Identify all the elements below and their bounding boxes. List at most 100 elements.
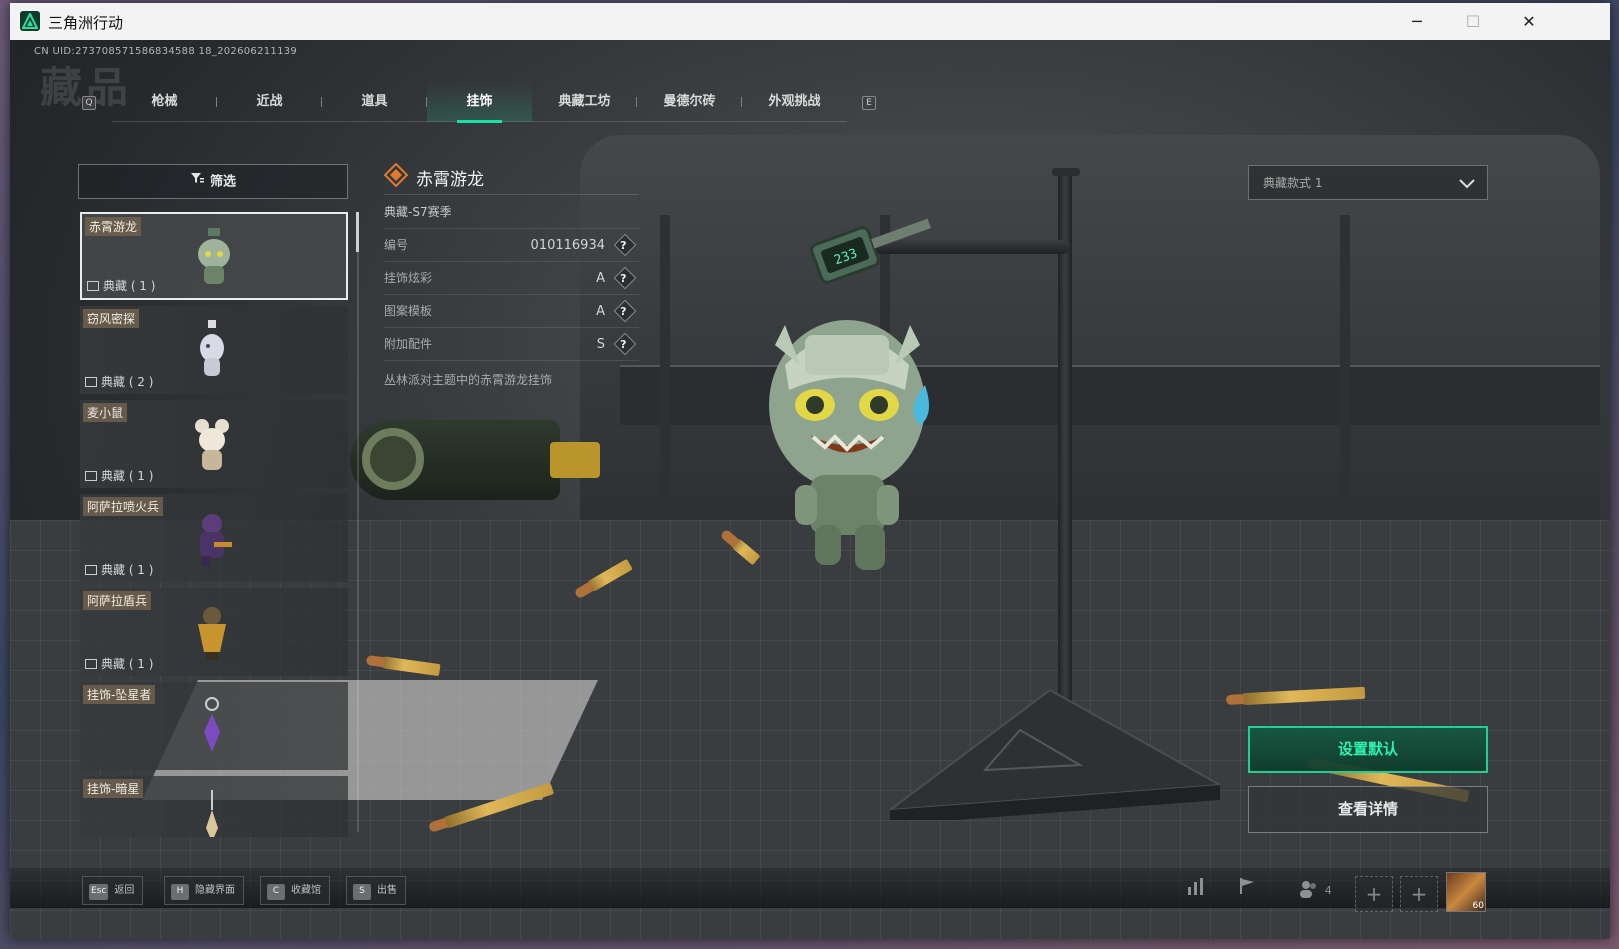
collection-icon	[87, 281, 99, 291]
item-name: 窃风密探	[83, 309, 140, 328]
dragon-charm-model: 233	[769, 218, 931, 570]
tab-label: 外观挑战	[768, 94, 821, 109]
tab-label: 挂饰	[466, 94, 493, 109]
list-item[interactable]: 阿萨拉盾兵 典藏 ( 1 )	[80, 588, 348, 676]
tab-label: 典藏工坊	[558, 94, 611, 109]
tab-mandel-bricks[interactable]: 曼德尔砖	[637, 82, 742, 122]
tab-prev-key-hint[interactable]: Q	[82, 96, 96, 110]
detail-season: 典藏-S7赛季	[384, 195, 639, 229]
detail-description: 丛林派对主题中的赤霄游龙挂饰	[384, 373, 553, 387]
filter-label: 筛选	[209, 174, 236, 190]
item-tag: 典藏 ( 1 )	[87, 277, 155, 294]
add-member-slot[interactable]: +	[1355, 876, 1393, 912]
party-members-button[interactable]: 4	[1285, 876, 1345, 906]
collection-icon	[85, 565, 97, 575]
filter-button[interactable]: 筛选	[78, 164, 348, 199]
bottom-bar: Esc 返回 H 隐藏界面 C 收藏馆 S 出售 4 + +	[10, 868, 1610, 912]
list-item[interactable]: 窃风密探 典藏 ( 2 )	[80, 306, 348, 394]
item-tag: 典藏 ( 1 )	[85, 561, 153, 578]
party-count: 4	[1324, 884, 1332, 897]
category-tab-bar: Q 枪械 近战 道具 挂饰 典藏工坊 曼德尔砖 外观挑战 E	[82, 82, 876, 123]
item-tag-label: 典藏 ( 1 )	[101, 657, 154, 671]
tab-appearance-challenge[interactable]: 外观挑战	[742, 82, 847, 122]
help-icon[interactable]: ?	[613, 233, 637, 257]
item-tag-label: 典藏 ( 1 )	[101, 563, 154, 577]
view-details-button[interactable]: 查看详情	[1248, 786, 1488, 833]
flag-icon[interactable]	[1225, 876, 1269, 906]
plus-icon: +	[1365, 882, 1383, 906]
attr-value: S	[596, 337, 605, 352]
plus-icon: +	[1410, 882, 1428, 906]
player-avatar[interactable]: 60	[1446, 872, 1486, 912]
help-icon[interactable]: ?	[613, 266, 637, 290]
item-tag: 典藏 ( 2 )	[85, 373, 153, 390]
hide-ui-hint-button[interactable]: H 隐藏界面	[164, 876, 244, 905]
list-item[interactable]: 挂饰-暗星	[80, 776, 348, 837]
attr-row: 挂饰炫彩 A ?	[384, 262, 639, 295]
tab-collection-workshop[interactable]: 典藏工坊	[532, 82, 637, 122]
tabs: 枪械 近战 道具 挂饰 典藏工坊 曼德尔砖 外观挑战	[112, 82, 847, 123]
item-thumbnail	[204, 697, 220, 752]
collection-hall-hint-button[interactable]: C 收藏馆	[260, 876, 330, 905]
attr-value: A	[596, 304, 605, 319]
item-thumbnail	[198, 607, 226, 660]
hint-label: 隐藏界面	[195, 885, 235, 896]
attr-label: 挂饰炫彩	[384, 271, 433, 285]
key-cap: Esc	[89, 884, 109, 900]
bar-chart-icon[interactable]	[1175, 876, 1219, 906]
item-tag: 典藏 ( 1 )	[85, 655, 153, 672]
list-scroll-thumb[interactable]	[356, 212, 359, 252]
back-hint-button[interactable]: Esc 返回	[82, 876, 144, 905]
tab-label: 道具	[361, 94, 388, 109]
item-name: 麦小鼠	[83, 403, 128, 422]
key-cap: H	[171, 884, 189, 900]
key-cap: S	[353, 884, 371, 900]
tab-charms[interactable]: 挂饰	[427, 82, 532, 123]
game-viewport: 233 CN UID:273708571586834588 18_2026062…	[10, 40, 1610, 939]
tab-guns[interactable]: 枪械	[112, 82, 217, 122]
variant-select[interactable]: 典藏款式 1	[1248, 165, 1488, 200]
add-member-slot[interactable]: +	[1400, 876, 1438, 912]
item-tag-label: 典藏 ( 1 )	[103, 279, 156, 293]
help-icon[interactable]: ?	[613, 332, 637, 356]
filter-icon	[190, 165, 204, 199]
item-name: 挂饰-暗星	[83, 779, 144, 798]
item-tag-label: 典藏 ( 1 )	[101, 469, 154, 483]
maximize-button[interactable]: ☐	[1444, 3, 1502, 40]
attr-label: 编号	[384, 238, 409, 252]
scope-prop	[350, 420, 600, 500]
item-name: 赤霄游龙	[85, 217, 142, 236]
item-tag: 典藏 ( 1 )	[85, 467, 153, 484]
tab-melee[interactable]: 近战	[217, 82, 322, 122]
attr-row: 附加配件 S ?	[384, 328, 639, 361]
detail-header: 赤霄游龙	[384, 155, 639, 195]
chevron-down-icon	[1459, 179, 1475, 189]
list-item[interactable]: 阿萨拉喷火兵 典藏 ( 1 )	[80, 494, 348, 582]
sell-hint-button[interactable]: S 出售	[346, 876, 406, 905]
tab-label: 近战	[256, 94, 283, 109]
set-default-button[interactable]: 设置默认	[1248, 726, 1488, 773]
list-item[interactable]: 挂饰-坠星者	[80, 682, 348, 770]
variant-select-value: 典藏款式 1	[1263, 176, 1323, 190]
display-stand-cap	[1052, 168, 1080, 176]
hint-label: 收藏馆	[291, 885, 321, 896]
collection-icon	[85, 471, 97, 481]
help-icon[interactable]: ?	[613, 299, 637, 323]
collection-diamond-icon	[384, 163, 408, 187]
tab-next-key-hint[interactable]: E	[862, 96, 876, 110]
hint-label: 出售	[377, 885, 397, 896]
close-button[interactable]: ✕	[1500, 3, 1558, 40]
list-item[interactable]: 赤霄游龙 典藏 ( 1 )	[80, 212, 348, 300]
item-name: 阿萨拉盾兵	[83, 591, 152, 610]
tab-gadgets[interactable]: 道具	[322, 82, 427, 122]
minimize-button[interactable]: ─	[1388, 3, 1446, 40]
collection-icon	[85, 377, 97, 387]
tab-label: 曼德尔砖	[663, 94, 716, 109]
display-stand-pole	[1058, 170, 1072, 730]
list-item[interactable]: 麦小鼠 典藏 ( 1 )	[80, 400, 348, 488]
collection-icon	[85, 659, 97, 669]
display-stand-base	[890, 690, 1220, 820]
item-thumbnail	[206, 790, 218, 837]
game-window: 三角洲行动 ─ ☐ ✕ 233 CN UID:27370857158683458…	[10, 3, 1610, 939]
list-scrollbar[interactable]	[357, 212, 359, 832]
